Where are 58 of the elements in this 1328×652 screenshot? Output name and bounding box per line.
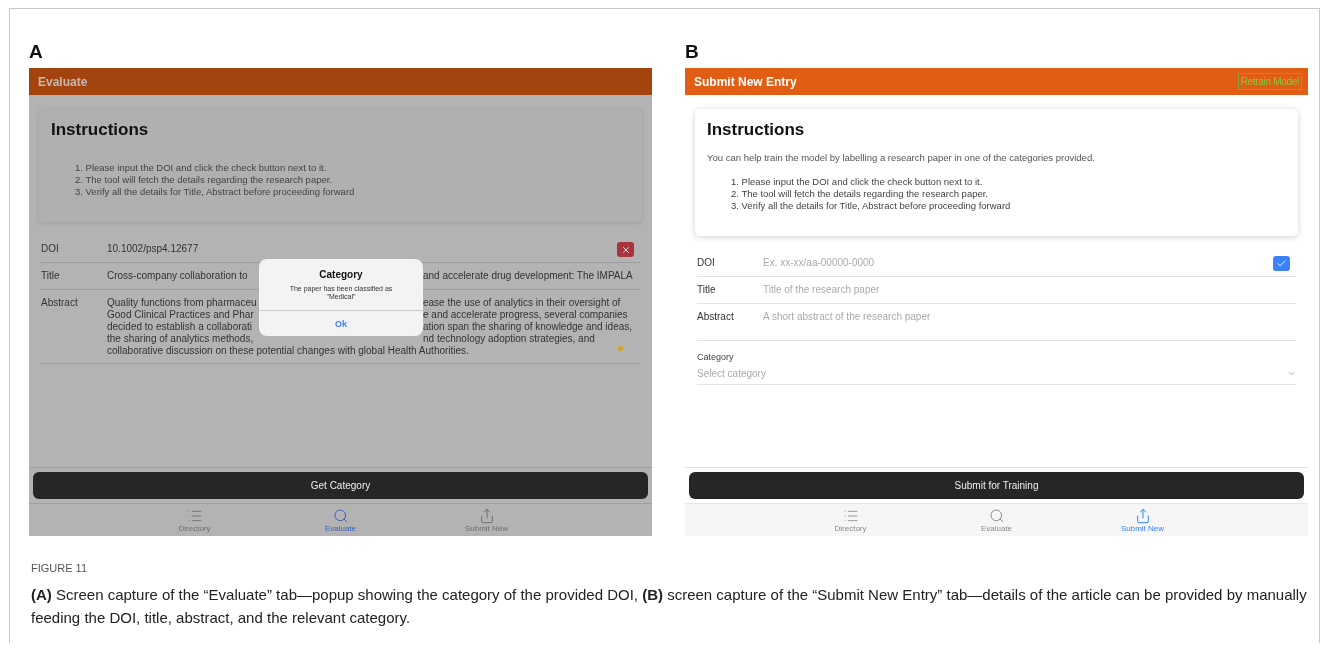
header-title: Submit New Entry (694, 74, 797, 89)
clear-button[interactable] (617, 242, 634, 257)
tab-item[interactable]: Directory (121, 504, 268, 536)
field-value: e and accelerate progress, several companies (423, 309, 628, 321)
field-label: Title (41, 270, 61, 281)
field-label: DOI (697, 257, 716, 268)
field-value: and accelerate drug development: The IMPALA (423, 270, 633, 282)
field-value: Good Clinical Practices and Phar (107, 309, 255, 321)
instruction-step: 3. Verify all the details for Title, Abstract before proceeding forward (707, 200, 1286, 212)
primary-button[interactable]: Submit for Training (689, 472, 1304, 499)
field-value: ease the use of analytics in their oversight of (423, 297, 621, 309)
popup-title: Category (319, 269, 363, 280)
field-value: collaborative discussion on these potential changes with global Health Authorities. (107, 345, 469, 357)
input-field[interactable]: A short abstract of the research paper (763, 311, 1296, 322)
tab-item[interactable]: Submit New (1069, 504, 1216, 536)
category-label: Category (697, 352, 735, 362)
close-icon (620, 244, 631, 255)
field-value: nd technology adoption strategies, and (423, 333, 595, 345)
share-icon (478, 507, 495, 524)
field-value: the sharing of analytics methods, (107, 333, 255, 345)
intro-text: You can help train the model by labelling a research paper in one of the categories provided. (707, 152, 1096, 163)
card-heading: Instructions (51, 120, 150, 140)
share-icon (1134, 507, 1151, 524)
input-field[interactable]: Title of the research paper (763, 284, 1296, 295)
category-select[interactable]: Select category (697, 368, 1296, 385)
tab-item[interactable]: Submit New (413, 504, 560, 536)
field-value: Cross-company collaboration to (107, 270, 249, 282)
search-icon (332, 507, 349, 524)
field-label: Title (697, 284, 717, 295)
field-value: ation span the sharing of knowledge and ideas, (423, 321, 633, 333)
field-label: Abstract (697, 311, 735, 322)
check-button[interactable] (1273, 256, 1290, 271)
panel-letter: A (29, 43, 43, 64)
field-value: 10.1002/psp4.12677 (107, 243, 200, 255)
field-value: decided to establish a collaborati (107, 321, 254, 333)
panel-letter: B (685, 43, 699, 64)
instruction-step: 2. The tool will fetch the details regarding the research paper. (51, 174, 630, 186)
instruction-step: 1. Please input the DOI and click the check button next to it. (707, 176, 1286, 188)
header-title: Evaluate (38, 74, 88, 89)
chevron-icon (1287, 369, 1296, 378)
instruction-step: 3. Verify all the details for Title, Abstract before proceeding forward (51, 186, 630, 198)
field-label: DOI (41, 243, 60, 254)
input-field[interactable]: Ex. xx-xx/aa-00000-0000 (763, 257, 1296, 268)
instruction-step: 1. Please input the DOI and click the check button next to it. (51, 162, 630, 174)
tab-item[interactable]: Evaluate (267, 504, 414, 536)
figure-caption: (A) Screen capture of the “Evaluate” tab—popup showing the category of the provided DOI, (B) screen capture of the “Submit New Entry” tab—details of the article can be provided by manually feeding the DOI, title, abstract, and the relevant category. (31, 585, 1307, 628)
card-heading: Instructions (707, 120, 806, 140)
figure-number: FIGURE 11 (31, 562, 89, 574)
field-value: Quality functions from pharmaceu (107, 297, 258, 309)
tab-item[interactable]: Directory (777, 504, 924, 536)
instruction-step: 2. The tool will fetch the details regarding the research paper. (707, 188, 1286, 200)
retrain-button[interactable]: Retrain Model (1237, 73, 1302, 90)
tab-item[interactable]: Evaluate (923, 504, 1070, 536)
search-icon (988, 507, 1005, 524)
ok-button[interactable]: Ok (259, 310, 423, 336)
primary-button[interactable]: Get Category (33, 472, 648, 499)
field-label: Abstract (41, 297, 79, 308)
check-icon (1276, 258, 1287, 269)
